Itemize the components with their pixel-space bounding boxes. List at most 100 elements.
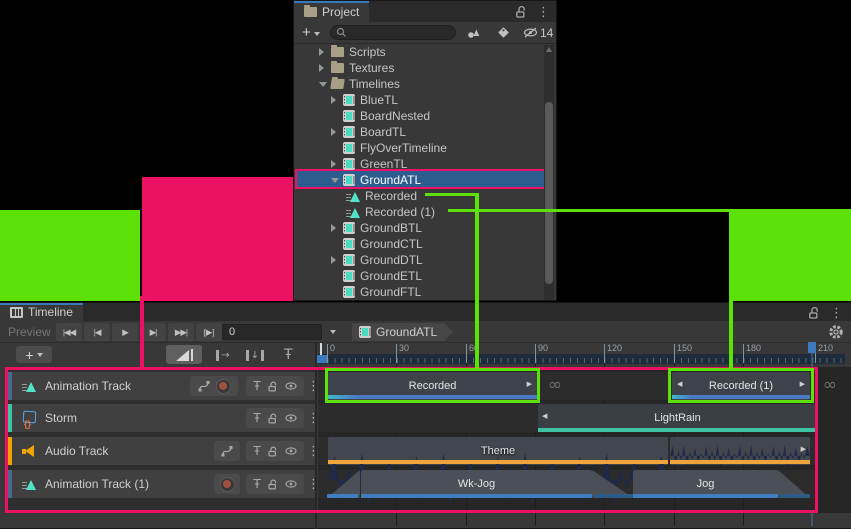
- tree-item-flyovertimeline[interactable]: FlyOverTimeline: [295, 140, 542, 156]
- tree-item-groundbtl[interactable]: GroundBTL: [295, 220, 542, 236]
- hidden-packages-eye-icon[interactable]: [523, 26, 538, 39]
- annotation-pink-connector: [140, 296, 144, 368]
- foldout-collapsed-icon[interactable]: [319, 48, 331, 56]
- tree-item-boardnested[interactable]: BoardNested: [295, 108, 542, 124]
- project-tabstrip: Project ⋮: [294, 1, 556, 22]
- scroll-up-arrow-icon[interactable]: [546, 47, 552, 52]
- replace-mode-button[interactable]: ↓: [242, 347, 268, 363]
- timeline-asset-icon: [343, 222, 355, 234]
- timeline-end-marker[interactable]: [808, 342, 816, 353]
- tree-item-groundftl[interactable]: GroundFTL: [295, 284, 542, 300]
- search-input[interactable]: [330, 25, 456, 40]
- add-track-caret-icon: [37, 353, 43, 357]
- previous-frame-button[interactable]: |◀: [84, 323, 110, 341]
- timeline-asset-icon: [343, 270, 355, 282]
- ripple-mode-button[interactable]: →: [210, 347, 236, 363]
- settings-gear-icon[interactable]: [828, 324, 844, 340]
- search-by-label-icon[interactable]: [497, 26, 510, 39]
- folder-open-icon: [330, 79, 344, 89]
- project-scrollbar[interactable]: [544, 45, 554, 300]
- foldout-collapsed-icon[interactable]: [331, 160, 343, 168]
- timeline-window-icon: [10, 307, 23, 318]
- annotation-green-connector-recorded-h: [425, 193, 479, 196]
- unlock-icon[interactable]: [515, 5, 527, 18]
- scene-pink-panel: [142, 177, 293, 301]
- tree-item-recorded-1[interactable]: Recorded (1): [295, 204, 542, 220]
- folder-icon: [304, 7, 317, 17]
- goto-start-button[interactable]: |◀◀: [56, 323, 82, 341]
- infinite-clip-symbol: ∞: [819, 372, 841, 398]
- mix-mode-icon: [176, 349, 193, 361]
- foldout-collapsed-icon[interactable]: [331, 96, 343, 104]
- annotation-green-box-recorded: [325, 368, 540, 403]
- foldout-collapsed-icon[interactable]: [331, 224, 343, 232]
- play-button[interactable]: ▶: [112, 323, 138, 341]
- project-toolbar: + 14: [294, 22, 556, 44]
- ripple-mode-icon: →: [216, 350, 229, 361]
- timeline-asset-icon: [343, 158, 355, 170]
- animation-clip-icon: [346, 191, 360, 202]
- tab-timeline[interactable]: Timeline: [0, 303, 83, 321]
- tree-item-groundetl[interactable]: GroundETL: [295, 268, 542, 284]
- ruler-label: 150: [677, 343, 692, 353]
- hidden-packages-count: 14: [540, 26, 553, 40]
- replace-mode-icon: ↓: [246, 350, 264, 361]
- time-ruler[interactable]: [318, 354, 845, 364]
- folder-icon: [331, 47, 344, 57]
- timeline-tab-label: Timeline: [28, 305, 73, 319]
- timeline-asset-icon: [343, 142, 355, 154]
- tree-item-scripts[interactable]: Scripts: [295, 44, 542, 60]
- play-range-button[interactable]: [▶]: [196, 323, 222, 341]
- scene-green-panel-right: [731, 209, 851, 301]
- frame-field[interactable]: 0: [222, 324, 322, 340]
- window-menu-icon[interactable]: ⋮: [830, 306, 843, 319]
- add-track-button[interactable]: +: [16, 346, 52, 363]
- foldout-collapsed-icon[interactable]: [331, 128, 343, 136]
- search-icon: [336, 27, 347, 38]
- ruler-label: 210: [818, 343, 833, 353]
- folder-icon: [331, 63, 344, 73]
- mix-mode-button[interactable]: [166, 345, 202, 364]
- preview-toggle[interactable]: Preview: [8, 325, 51, 339]
- tree-item-greentl[interactable]: GreenTL: [295, 156, 542, 172]
- create-add-button[interactable]: +: [302, 24, 311, 41]
- tree-item-boardtl[interactable]: BoardTL: [295, 124, 542, 140]
- create-add-caret-icon[interactable]: [314, 32, 320, 36]
- frame-field-caret-icon[interactable]: [330, 330, 336, 334]
- search-by-type-icon[interactable]: [467, 26, 481, 39]
- tree-item-groundctl[interactable]: GroundCTL: [295, 236, 542, 252]
- tree-item-groundatl[interactable]: GroundATL: [295, 172, 542, 188]
- foldout-collapsed-icon[interactable]: [331, 256, 343, 264]
- window-menu-icon[interactable]: ⋮: [537, 5, 550, 18]
- ruler-label: 180: [746, 343, 761, 353]
- goto-end-button[interactable]: ▶▶|: [168, 323, 194, 341]
- ruler-label: 0: [330, 343, 335, 353]
- tree-item-grounddtl[interactable]: GroundDTL: [295, 252, 542, 268]
- breadcrumb[interactable]: GroundATL: [352, 323, 453, 341]
- foldout-collapsed-icon[interactable]: [319, 64, 331, 72]
- foldout-expanded-icon[interactable]: [331, 178, 343, 183]
- timeline-asset-icon: [343, 238, 355, 250]
- screenshot-stage: Project ⋮ +: [0, 0, 851, 529]
- tree-item-textures[interactable]: Textures: [295, 60, 542, 76]
- unlock-icon[interactable]: [808, 306, 820, 319]
- timeline-asset-icon: [343, 110, 355, 122]
- timeline-asset-icon: [359, 326, 371, 338]
- tree-item-timelines[interactable]: Timelines: [295, 76, 542, 92]
- ruler-label: 120: [607, 343, 622, 353]
- pin-markers-icon[interactable]: Ŧ: [284, 348, 293, 362]
- annotation-green-connector-recorded1-v: [729, 211, 733, 368]
- timeline-asset-icon: [343, 94, 355, 106]
- timeline-asset-icon: [343, 286, 355, 298]
- project-tab-label: Project: [322, 5, 359, 19]
- tree-item-bluetl[interactable]: BlueTL: [295, 92, 542, 108]
- foldout-expanded-icon[interactable]: [319, 82, 331, 87]
- timeline-asset-icon: [343, 126, 355, 138]
- tab-project[interactable]: Project: [294, 1, 369, 22]
- timeline-tabstrip: Timeline ⋮: [0, 303, 851, 321]
- scrollbar-thumb[interactable]: [545, 102, 553, 284]
- scene-green-panel-left: [0, 210, 140, 301]
- playhead-marker[interactable]: [317, 355, 327, 363]
- annotation-green-connector-recorded1-h: [448, 209, 733, 212]
- tree-item-recorded[interactable]: Recorded: [295, 188, 542, 204]
